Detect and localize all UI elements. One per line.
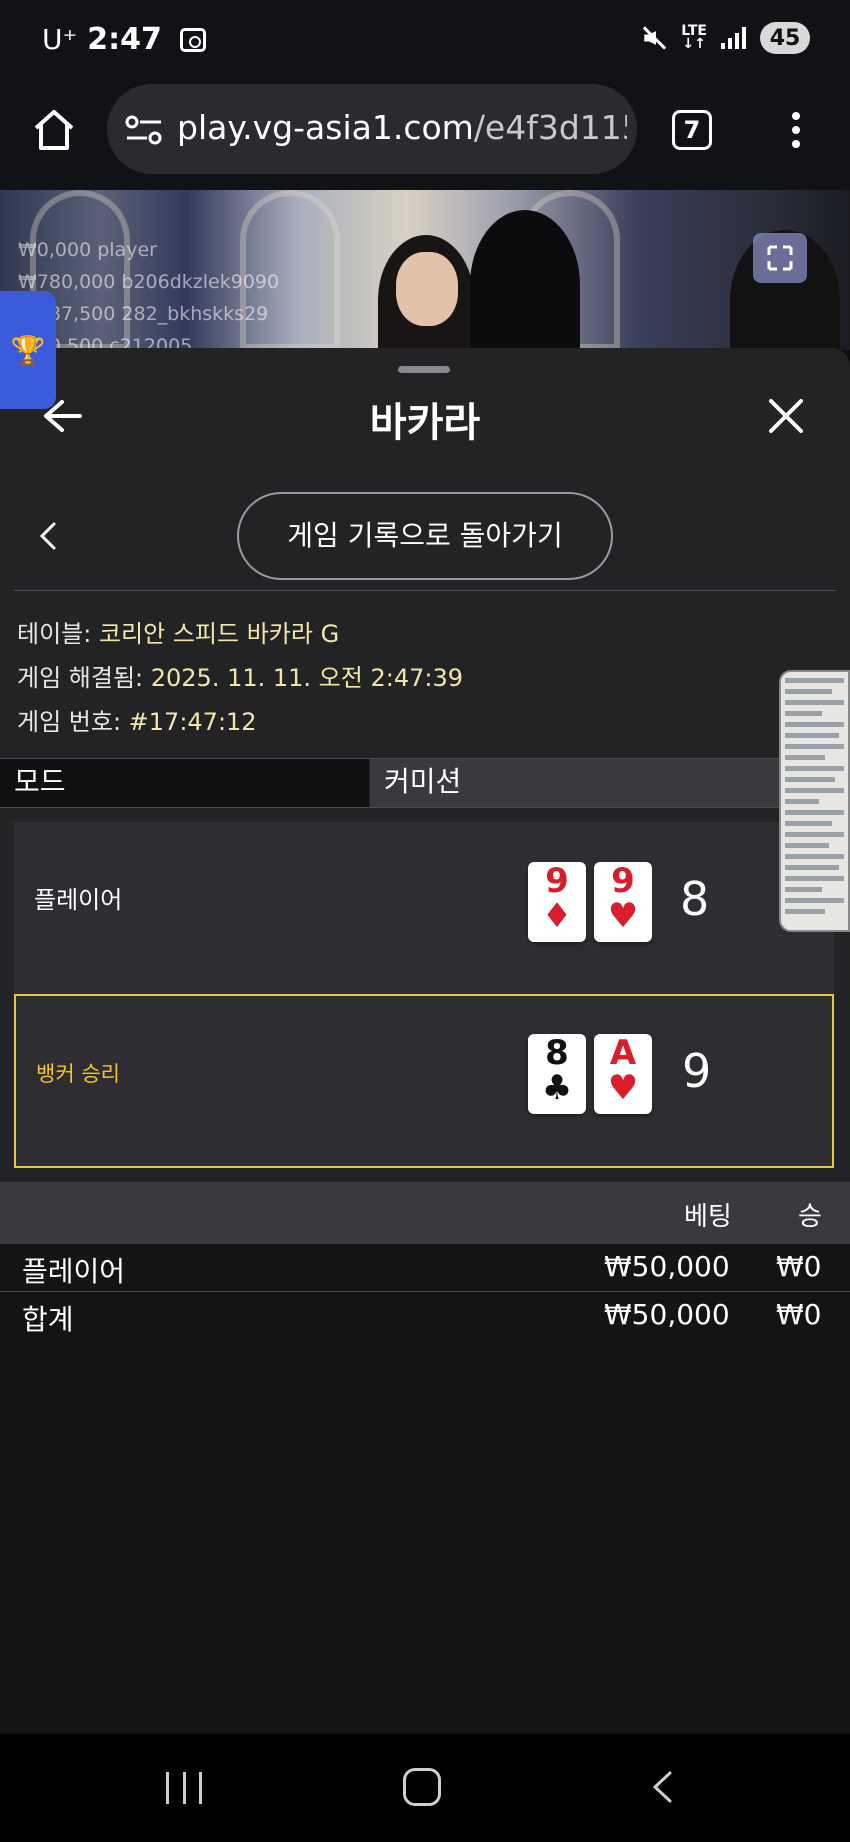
column-header-bet: 베팅 bbox=[684, 1202, 732, 1232]
info-value: 2025. 11. 11. 오전 2:47:39 bbox=[150, 664, 463, 692]
nav-home-icon[interactable] bbox=[403, 1768, 441, 1806]
total-label: 합계 bbox=[22, 1303, 74, 1336]
playing-card: 9 ♦ bbox=[528, 862, 586, 942]
panel-title: 바카라 bbox=[369, 400, 481, 446]
clock: 2:47 bbox=[87, 22, 162, 57]
browser-toolbar: play.vg-asia1.com/e4f3d1158 7 bbox=[0, 82, 850, 190]
win-amount: ₩0 bbox=[776, 1250, 822, 1283]
playing-card: 8 ♣ bbox=[528, 1034, 586, 1114]
ticker-line: ₩780,000 b206dkzlek9090 bbox=[18, 271, 280, 293]
status-bar: U⁺ 2:47 LTE ↓↑ 45 bbox=[0, 0, 850, 82]
club-suit-icon: ♣ bbox=[541, 1068, 573, 1108]
info-label: 게임 해결됨: bbox=[17, 664, 151, 692]
hand-score: 9 bbox=[682, 1044, 712, 1098]
chevron-left-icon[interactable] bbox=[36, 520, 60, 552]
settled-info: 게임 해결됨: 2025. 11. 11. 오전 2:47:39 bbox=[17, 658, 463, 693]
url-path: /e4f3d1158 bbox=[473, 108, 627, 147]
hand-score: 8 bbox=[680, 872, 710, 926]
card-rank: A bbox=[609, 1033, 637, 1073]
drag-handle[interactable] bbox=[398, 366, 450, 373]
floating-window-thumbnail[interactable] bbox=[779, 670, 850, 932]
status-left: U⁺ 2:47 bbox=[42, 22, 206, 57]
playing-card: A ♥ bbox=[594, 1034, 652, 1114]
signal-icon bbox=[721, 27, 746, 49]
table-row: 플레이어 ₩50,000 ₩0 bbox=[0, 1244, 850, 1292]
hand-label: 플레이어 bbox=[34, 886, 123, 914]
network-type: LTE ↓↑ bbox=[681, 23, 707, 52]
home-icon[interactable] bbox=[30, 106, 78, 154]
card-rank: 9 bbox=[611, 861, 635, 901]
card-rank: 9 bbox=[545, 861, 569, 901]
tab-switcher-button[interactable]: 7 bbox=[672, 110, 712, 150]
game-number-info: 게임 번호: #17:47:12 bbox=[17, 702, 257, 737]
dealer-face bbox=[396, 252, 458, 326]
system-nav-bar bbox=[0, 1734, 850, 1842]
address-bar[interactable]: play.vg-asia1.com/e4f3d1158 bbox=[107, 84, 637, 174]
card-rank: 8 bbox=[545, 1033, 569, 1073]
url-text[interactable]: play.vg-asia1.com/e4f3d1158 bbox=[177, 108, 627, 147]
ticker-line: ₩0,000 player bbox=[18, 239, 157, 261]
banker-hand: 뱅커 승리 8 ♣ A ♥ 9 bbox=[14, 994, 834, 1168]
mode-value: 커미션 bbox=[370, 759, 850, 807]
info-label: 게임 번호: bbox=[17, 708, 129, 736]
bet-amount: ₩50,000 bbox=[604, 1250, 730, 1283]
divider bbox=[14, 590, 836, 591]
recents-icon[interactable] bbox=[166, 1772, 202, 1804]
column-header-win: 승 bbox=[798, 1202, 822, 1232]
playing-card: 9 ♥ bbox=[594, 862, 652, 942]
back-to-history-button[interactable]: 게임 기록으로 돌아가기 bbox=[237, 492, 613, 580]
close-icon[interactable] bbox=[766, 396, 806, 436]
fullscreen-icon[interactable] bbox=[753, 233, 807, 283]
live-video-feed: ₩0,000 player ₩780,000 b206dkzlek9090 ₩4… bbox=[0, 190, 850, 350]
mode-label: 모드 bbox=[0, 759, 369, 807]
diamond-suit-icon: ♦ bbox=[541, 896, 573, 936]
staff-figure bbox=[470, 210, 580, 350]
trophy-icon[interactable]: 🏆 bbox=[0, 291, 56, 409]
screen-record-icon bbox=[179, 27, 206, 52]
bet-ticker: ₩0,000 player ₩780,000 b206dkzlek9090 ₩4… bbox=[18, 234, 279, 350]
site-settings-icon[interactable] bbox=[125, 114, 163, 146]
total-win: ₩0 bbox=[776, 1298, 822, 1331]
heart-suit-icon: ♥ bbox=[607, 1068, 639, 1108]
url-host: play.vg-asia1.com bbox=[177, 108, 474, 147]
ticker-line: ₩487,500 282_bkhskks29 bbox=[18, 303, 269, 325]
bet-name: 플레이어 bbox=[22, 1255, 126, 1288]
total-row: 합계 ₩50,000 ₩0 bbox=[0, 1292, 850, 1340]
panel-bottom bbox=[0, 1338, 850, 1734]
info-label: 테이블: bbox=[17, 620, 99, 648]
hand-label: 뱅커 승리 bbox=[36, 1062, 120, 1086]
nav-back-icon[interactable] bbox=[650, 1770, 674, 1804]
carrier-label: U⁺ bbox=[42, 23, 78, 56]
info-value: #17:47:12 bbox=[128, 708, 257, 736]
table-info: 테이블: 코리안 스피드 바카라 G bbox=[17, 614, 339, 649]
total-bet: ₩50,000 bbox=[604, 1298, 730, 1331]
game-history-panel: 바카라 게임 기록으로 돌아가기 테이블: 코리안 스피드 바카라 G 게임 해… bbox=[0, 348, 850, 1734]
battery-indicator: 45 bbox=[760, 22, 810, 54]
network-label: LTE bbox=[681, 23, 707, 39]
heart-suit-icon: ♥ bbox=[607, 896, 639, 936]
bets-table-header: 베팅 승 bbox=[0, 1182, 850, 1244]
player-hand: 플레이어 9 ♦ 9 ♥ 8 bbox=[14, 822, 834, 996]
mode-row: 모드 커미션 bbox=[0, 758, 850, 808]
info-value: 코리안 스피드 바카라 G bbox=[98, 620, 340, 648]
status-right: LTE ↓↑ 45 bbox=[641, 22, 810, 54]
mute-icon bbox=[641, 25, 667, 51]
ticker-line: ₩00,500 c212005 bbox=[18, 335, 193, 350]
more-menu-icon[interactable] bbox=[790, 112, 802, 152]
